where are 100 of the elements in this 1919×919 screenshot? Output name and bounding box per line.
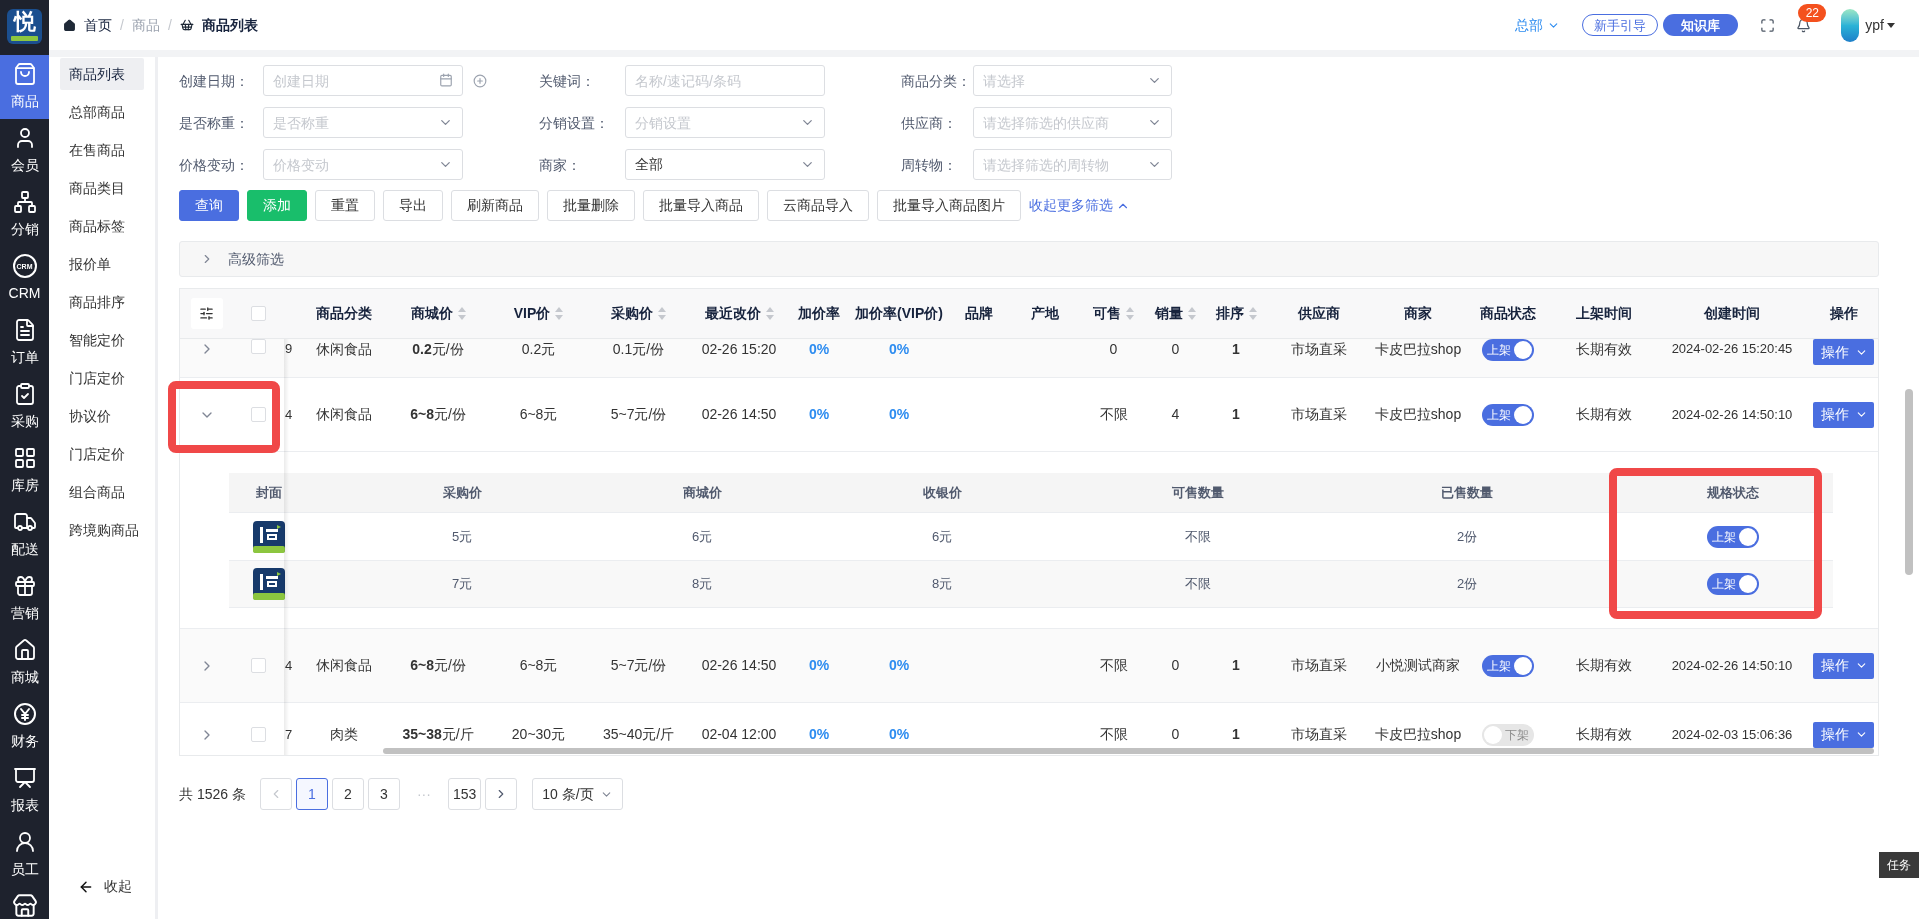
checkbox[interactable] [250,339,266,354]
action-button[interactable]: 导出 [383,190,443,221]
nav-item[interactable]: 报表 [0,759,49,823]
action-button[interactable]: 操作 [1813,339,1874,365]
toggle-switch[interactable]: 上架 [1482,403,1534,426]
sort-icon[interactable] [555,307,564,320]
column-header[interactable]: 排序 [1215,303,1257,324]
nav-item[interactable]: 会员 [0,119,49,183]
nav-item[interactable]: 订单 [0,311,49,375]
submenu-item[interactable]: 报价单 [60,248,144,280]
nav-item[interactable]: 库房 [0,439,49,503]
sort-icon[interactable] [457,307,466,320]
nav-item[interactable]: 采购 [0,375,49,439]
sort-icon[interactable] [1126,307,1134,320]
submenu-item[interactable]: 在售商品 [60,134,144,166]
select-field[interactable]: 是否称重 [263,107,463,138]
column-header[interactable]: 加价率 [798,303,840,324]
nav-item[interactable]: 商城 [0,631,49,695]
submenu-item[interactable]: 智能定价 [60,324,144,356]
scrollbar-thumb[interactable] [383,748,1874,754]
column-header[interactable]: 上架时间 [1576,303,1632,324]
toggle-switch[interactable]: 上架 [1482,654,1534,677]
column-settings-button[interactable] [190,298,223,329]
user-menu[interactable]: ypf [1865,14,1895,36]
collapse-filters-link[interactable]: 收起更多筛选 [1029,195,1130,216]
sort-icon[interactable] [1248,307,1257,320]
submenu-item[interactable]: 门店定价 [60,438,144,470]
column-header[interactable]: 操作 [1829,303,1858,324]
nav-item[interactable]: 员工 [0,823,49,887]
avatar[interactable] [1841,8,1860,42]
task-tab[interactable]: 任务 [1879,852,1919,878]
nav-item[interactable]: 营销 [0,567,49,631]
org-selector[interactable]: 总部 [1515,14,1561,36]
submenu-item[interactable]: 组合商品 [60,476,144,508]
scrollbar-thumb[interactable] [1905,389,1913,575]
advanced-filter-panel[interactable]: 高级筛选 [179,241,1879,277]
action-button[interactable]: 操作 [1813,401,1874,428]
nav-item[interactable]: 配送 [0,503,49,567]
action-button[interactable]: 重置 [315,190,375,221]
column-header[interactable]: 可售 [1093,303,1134,324]
checkbox[interactable] [250,658,266,673]
checkbox[interactable] [250,407,266,422]
collapse-button[interactable]: 收起 [78,876,155,897]
column-header[interactable]: 供应商 [1298,303,1340,324]
toggle-switch[interactable]: 上架 [1707,573,1759,595]
checkbox[interactable] [250,727,266,742]
submenu-item[interactable]: 商品标签 [60,210,144,242]
action-button[interactable]: 查询 [179,190,239,221]
next-page-button[interactable] [485,778,518,810]
action-button[interactable]: 操作 [1813,721,1874,748]
column-header[interactable]: 加价率(VIP价) [855,303,943,324]
action-button[interactable]: 批量导入商品 [643,190,759,221]
column-header[interactable]: 采购价 [611,303,666,324]
store-icon[interactable] [11,893,38,919]
action-button[interactable]: 云商品导入 [767,190,869,221]
action-button[interactable]: 操作 [1813,652,1874,679]
checkbox[interactable] [250,306,266,321]
sort-icon[interactable] [765,307,774,320]
action-button[interactable]: 刷新商品 [451,190,539,221]
page-button[interactable]: 3 [367,778,400,810]
submenu-item[interactable]: 总部商品 [60,96,144,128]
sort-icon[interactable] [1188,307,1196,320]
column-header[interactable]: VIP价 [513,303,564,324]
column-header[interactable]: 最近改价 [704,303,774,324]
page-button[interactable]: 1 [295,778,328,810]
submenu-item[interactable]: 商品列表 [60,58,144,90]
column-header[interactable]: 商品状态 [1480,303,1536,324]
column-header[interactable]: 产地 [1031,303,1059,324]
page-size-select[interactable]: 10 条/页 [532,778,623,810]
breadcrumb-link[interactable]: 商品列表 [201,14,258,36]
submenu-item[interactable]: 跨境购商品 [60,514,144,546]
breadcrumb-link[interactable]: 首页 [84,14,112,36]
date-field[interactable]: 创建日期 [263,65,463,96]
column-header[interactable]: 品牌 [965,303,993,324]
nav-item[interactable]: 商品 [0,55,49,119]
action-button[interactable]: 批量删除 [547,190,635,221]
page-button[interactable]: 2 [331,778,364,810]
select-field[interactable]: 价格变动 [263,149,463,180]
column-header[interactable]: 创建时间 [1704,303,1760,324]
add-icon[interactable] [473,73,487,88]
nav-item[interactable]: 分销 [0,183,49,247]
nav-item[interactable]: 财务 [0,695,49,759]
notification-button[interactable] [1795,17,1812,33]
page-button[interactable]: 153 [447,778,482,810]
column-header[interactable]: 商家 [1404,303,1432,324]
select-field[interactable]: 全部 [625,149,825,180]
toggle-switch[interactable]: 上架 [1482,339,1534,361]
submenu-item[interactable]: 商品类目 [60,172,144,204]
action-button[interactable]: 批量导入商品图片 [877,190,1021,221]
submenu-item[interactable]: 门店定价 [60,362,144,394]
column-header[interactable]: 商城价 [410,303,466,324]
column-header[interactable]: 销量 [1155,303,1196,324]
maximize-icon[interactable] [1760,17,1776,33]
sort-icon[interactable] [658,307,666,320]
submenu-item[interactable]: 商品排序 [60,286,144,318]
column-header[interactable]: 商品分类 [316,303,372,324]
submenu-item[interactable]: 协议价 [60,400,144,432]
toggle-switch[interactable]: 上架 [1707,525,1759,548]
knowledge-base-button[interactable]: 知识库 [1663,14,1739,36]
logo[interactable]: 悦 [7,9,42,44]
